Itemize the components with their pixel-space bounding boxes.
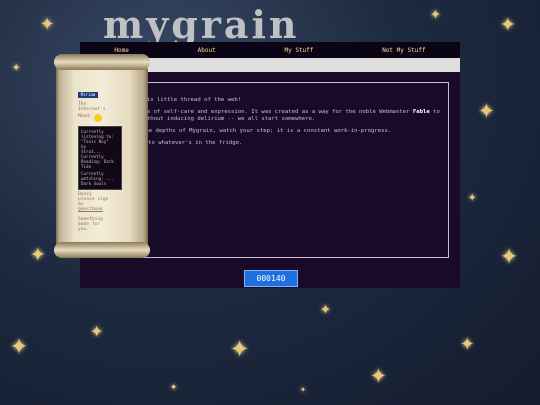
scroll-roll-top: [54, 54, 150, 70]
mood-badge[interactable]: Miriam: [78, 92, 98, 98]
star-icon: ✦: [460, 328, 475, 356]
star-icon: ✦: [40, 8, 55, 36]
sidebar-text-2: Internet's: [78, 107, 106, 112]
star-icon: ✦: [170, 379, 178, 393]
site-logo[interactable]: mygrain: [103, 2, 300, 47]
hit-counter: 000140: [244, 270, 298, 287]
nav-my-stuff[interactable]: My Stuff: [285, 47, 314, 54]
intro-line-2: ebsite of self-care and expression. It w…: [130, 109, 440, 115]
intro-line-4: the depths of Mygrain, watch your step; …: [142, 128, 392, 134]
nav-about[interactable]: About: [198, 47, 216, 54]
star-icon: ✦: [320, 298, 331, 319]
intro-line-3: et without inducing delirium -- we all s…: [130, 116, 316, 122]
scroll-roll-bottom: [54, 242, 150, 258]
status-line: Tide: [81, 164, 92, 169]
star-icon: ✦: [230, 327, 250, 365]
status-line: Dark Souls: [81, 181, 107, 186]
star-icon: ✦: [10, 327, 29, 362]
star-icon: ✦: [468, 189, 477, 205]
sidebar-scroll: Miriam The Internet's Mood: Currently li…: [54, 54, 150, 258]
nav-not-my-stuff[interactable]: Not My Stuff: [382, 47, 425, 54]
webmaster-name: Fable: [412, 109, 430, 115]
star-icon: ✦: [500, 237, 519, 272]
star-icon: ✦: [30, 238, 46, 268]
sidebar-text-3: Mood:: [78, 114, 92, 119]
intro-line-5: lf to whatever's in the fridge.: [138, 140, 243, 146]
star-icon: ✦: [478, 92, 495, 125]
smiley-icon: [94, 114, 102, 122]
star-icon: ✦: [430, 3, 441, 24]
star-icon: ✦: [300, 384, 307, 395]
sidebar-text-10: you.: [78, 227, 90, 232]
star-icon: ✦: [12, 59, 21, 75]
star-icon: ✦: [370, 357, 387, 390]
guestbook-link[interactable]: guestbook: [78, 207, 103, 212]
star-icon: ✦: [90, 318, 104, 343]
status-box: Currently listening to: "Toxic Boy" by S…: [78, 126, 122, 190]
star-icon: ✦: [500, 8, 516, 38]
nav-home[interactable]: Home: [114, 47, 128, 54]
